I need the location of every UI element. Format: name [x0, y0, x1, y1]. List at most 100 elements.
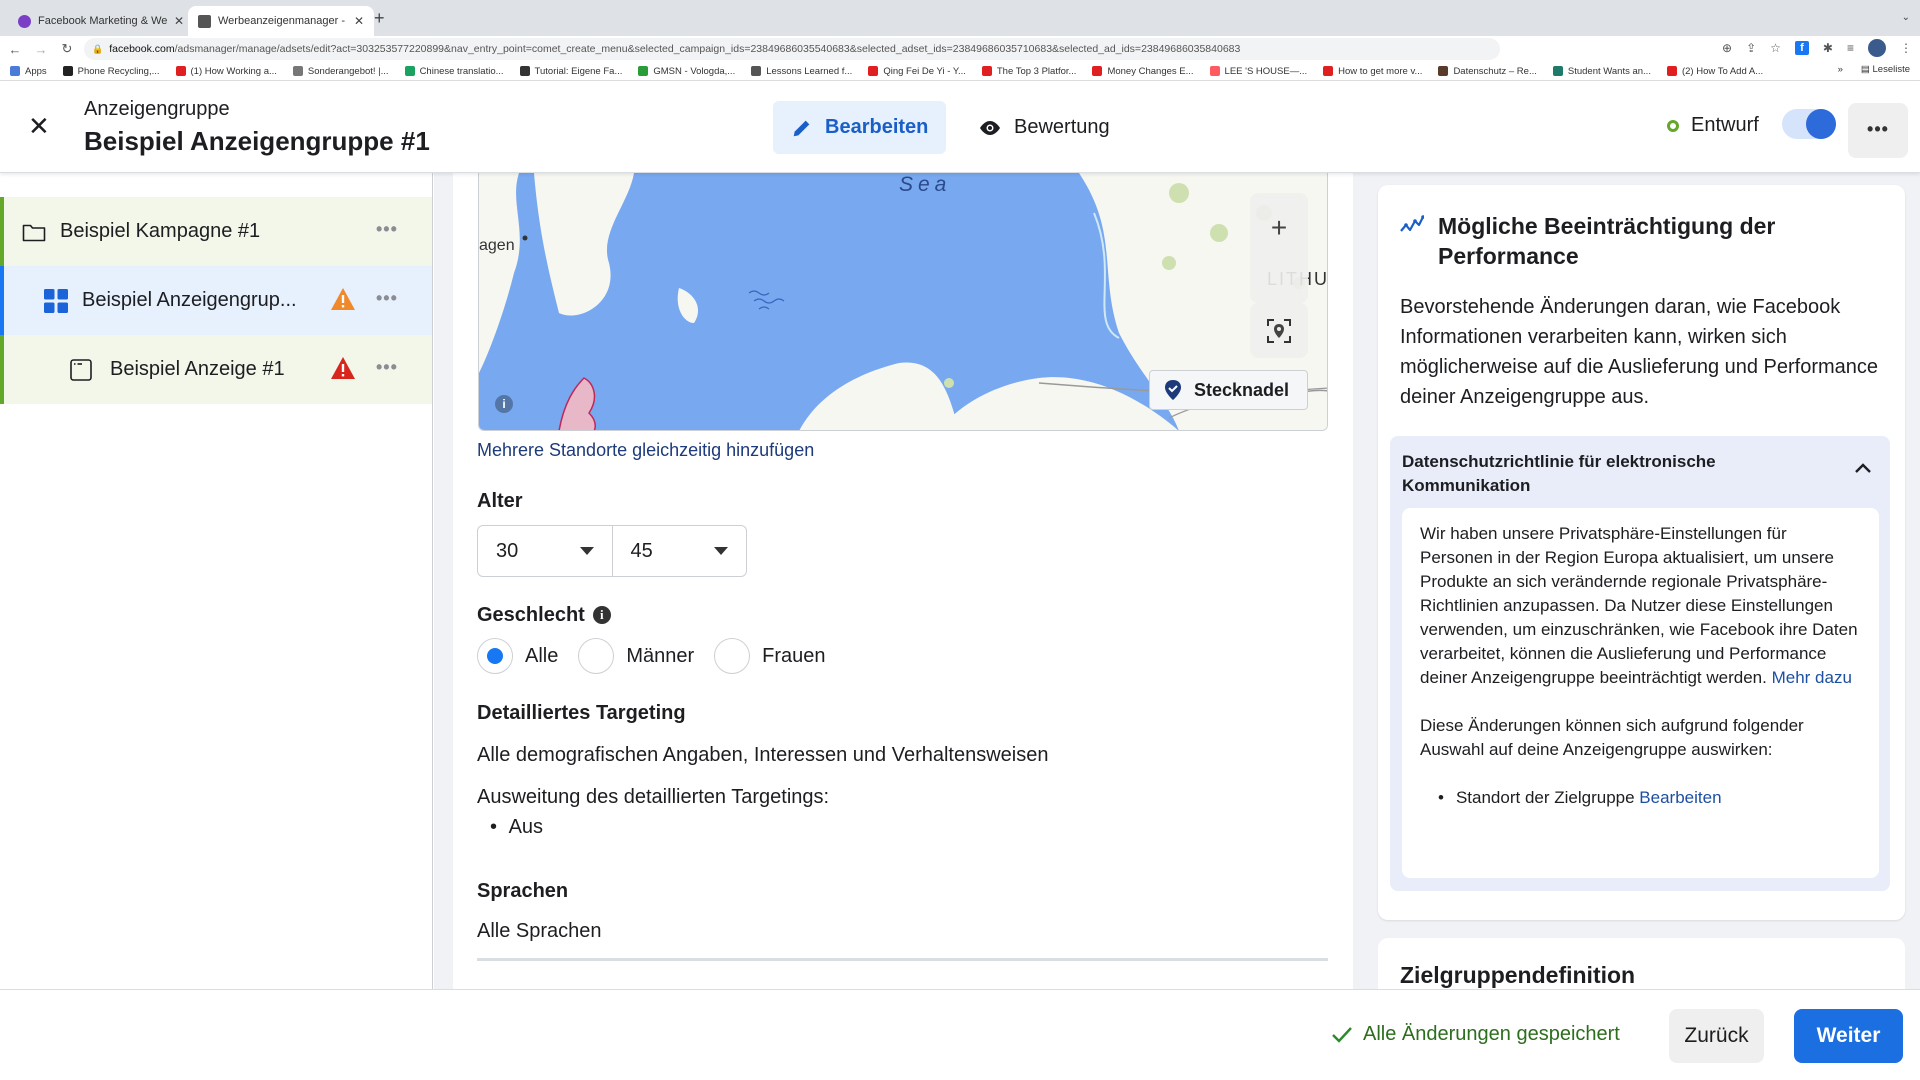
bookmark-item[interactable]: The Top 3 Platfor... [981, 66, 1076, 77]
map-zoom-in-button[interactable]: + [1250, 193, 1308, 303]
map-locate-button[interactable] [1250, 303, 1308, 358]
tree-item-campaign[interactable]: Beispiel Kampagne #1 ••• [0, 197, 432, 266]
bookmark-item[interactable]: Tutorial: Eigene Fa... [519, 65, 623, 77]
browser-tab-active[interactable]: Werbeanzeigenmanager - Wer ✕ [188, 6, 375, 36]
chevron-up-icon[interactable] [1854, 462, 1872, 474]
tab-favicon-icon [18, 14, 31, 28]
profile-avatar[interactable] [1868, 39, 1886, 57]
gender-radio-men[interactable]: Männer [578, 638, 694, 674]
bookmarks-bar: Apps Phone Recycling,... (1) How Working a… [0, 62, 1920, 81]
bookmark-item[interactable]: Phone Recycling,... [62, 65, 160, 77]
status-label: Entwurf [1691, 114, 1759, 136]
bookmark-item[interactable]: How to get more v... [1323, 66, 1422, 77]
bookmark-item[interactable]: (2) How To Add A... [1666, 65, 1764, 77]
back-button[interactable]: Zurück [1669, 1009, 1764, 1063]
tree-item-ad[interactable]: Beispiel Anzeige #1 ••• [0, 335, 432, 404]
bookmark-item[interactable]: Money Changes E... [1092, 66, 1194, 77]
close-tab-icon[interactable]: ✕ [174, 14, 184, 28]
accordion-title[interactable]: Datenschutzrichtlinie für elektronische … [1402, 450, 1802, 498]
media-queue-icon[interactable]: ≡ [1847, 41, 1854, 55]
bookmark-favicon-icon [981, 66, 992, 76]
bookmark-item[interactable]: Datenschutz – Re... [1438, 66, 1537, 77]
bookmark-item[interactable]: Qing Fei De Yi - Y... [868, 66, 966, 77]
back-icon[interactable]: ← [4, 42, 26, 57]
header-subtitle: Anzeigengruppe [84, 98, 230, 120]
bookmark-item[interactable]: Chinese translatio... [404, 66, 504, 77]
extensions-puzzle-icon[interactable]: ✱ [1823, 41, 1833, 55]
close-tab-icon[interactable]: ✕ [354, 14, 364, 28]
edit-location-link[interactable]: Bearbeiten [1639, 788, 1721, 807]
audience-definition-title: Zielgruppendefinition [1400, 962, 1636, 988]
reload-icon[interactable]: ↻ [56, 41, 78, 57]
app-header: ✕ Anzeigengruppe Beispiel Anzeigengruppe… [0, 81, 1920, 173]
radio-label: Alle [525, 644, 559, 667]
structure-tree: Beispiel Kampagne #1 ••• Beispiel Anzeig… [0, 173, 433, 990]
adset-toggle[interactable] [1782, 109, 1836, 139]
bookmark-favicon-icon [1092, 66, 1103, 76]
section-divider [477, 958, 1328, 961]
save-status-label: Alle Änderungen gespeichert [1363, 1023, 1620, 1045]
tab-edit[interactable]: Bearbeiten [773, 101, 947, 154]
bookmark-item[interactable]: Lessons Learned f... [751, 66, 852, 77]
more-bookmarks-button[interactable]: » [1838, 64, 1843, 75]
bookmark-label: (2) How To Add A... [1681, 65, 1764, 77]
tree-item-more-button[interactable]: ••• [376, 288, 398, 309]
bookmark-star-icon[interactable]: ☆ [1770, 41, 1781, 55]
pencil-icon [793, 120, 810, 136]
card-description: Bevorstehende Änderungen daran, wie Face… [1400, 296, 1879, 408]
affected-setting-label: Standort der Zielgruppe [1455, 788, 1635, 807]
bookmark-favicon-icon [404, 66, 415, 76]
tab-favicon-icon [198, 14, 211, 28]
map-sea-label: Sea [899, 173, 952, 196]
bookmark-favicon-icon [868, 66, 879, 76]
map-attribution-info-icon[interactable]: i [495, 395, 513, 413]
drop-pin-button[interactable]: Stecknadel [1149, 370, 1308, 410]
tab-search-chevron-icon[interactable]: ⌄ [1902, 12, 1910, 23]
locate-pin-icon [1267, 318, 1291, 343]
learn-more-link[interactable]: Mehr dazu [1772, 668, 1852, 687]
gender-radio-all[interactable]: Alle [477, 638, 558, 674]
url-input[interactable]: 🔒 facebook.com/adsmanager/manage/adsets/… [84, 38, 1500, 60]
age-max-select[interactable]: 45 [611, 526, 747, 576]
close-icon[interactable]: ✕ [28, 113, 50, 139]
add-multiple-locations-link[interactable]: Mehrere Standorte gleichzeitig hinzufüge… [477, 440, 814, 461]
bookmark-item[interactable]: Student Wants an... [1552, 65, 1651, 77]
forward-icon[interactable]: → [30, 42, 52, 57]
info-icon[interactable]: i [592, 606, 611, 624]
warning-red-icon [331, 357, 355, 379]
facebook-extension-icon[interactable]: f [1794, 41, 1809, 55]
tree-item-more-button[interactable]: ••• [376, 219, 398, 240]
age-min-select[interactable]: 30 [478, 526, 612, 576]
bookmark-label: Tutorial: Eigene Fa... [534, 65, 623, 77]
age-min-value: 30 [496, 539, 519, 562]
footer-bar: Alle Änderungen gespeichert Zurück Weite… [0, 989, 1920, 1080]
share-icon[interactable]: ⇪ [1746, 41, 1756, 55]
reading-list-button[interactable]: ▤ Leseliste [1861, 64, 1910, 75]
header-more-button[interactable]: ••• [1848, 103, 1908, 158]
location-map[interactable]: Sea agen LITHU + Stecknadel i [478, 173, 1328, 431]
bookmark-label: Student Wants an... [1567, 65, 1651, 77]
bookmark-item[interactable]: Sonderangebot! |... [292, 66, 389, 77]
lock-icon: 🔒 [92, 43, 104, 54]
gender-radio-women[interactable]: Frauen [714, 638, 826, 674]
next-button[interactable]: Weiter [1794, 1009, 1903, 1063]
bookmark-label: Phone Recycling,... [77, 65, 160, 77]
map-city-label: agen [479, 237, 515, 254]
status-dot-icon [1667, 119, 1679, 132]
tree-item-more-button[interactable]: ••• [376, 357, 398, 378]
tab-review[interactable]: Bewertung [960, 101, 1128, 154]
browser-tab[interactable]: Facebook Marketing & Werbea ✕ [8, 6, 194, 36]
zoom-icon[interactable]: ⊕ [1722, 41, 1732, 55]
bookmark-favicon-icon [175, 66, 186, 76]
tree-item-adset[interactable]: Beispiel Anzeigengrup... ••• [0, 266, 432, 335]
new-tab-icon[interactable]: + [374, 8, 385, 29]
bookmark-item[interactable]: LEE 'S HOUSE—... [1209, 66, 1307, 77]
radio-circle [477, 638, 513, 674]
tab-review-label: Bewertung [1014, 116, 1110, 138]
bookmark-item[interactable]: Apps [10, 66, 47, 77]
bookmark-item[interactable]: GMSN - Vologda,... [638, 66, 735, 77]
browser-menu-icon[interactable]: ⋮ [1900, 41, 1912, 55]
bookmark-favicon-icon [1323, 66, 1334, 76]
bookmark-item[interactable]: (1) How Working a... [175, 66, 277, 77]
targeting-expansion-value: Aus [508, 816, 544, 838]
